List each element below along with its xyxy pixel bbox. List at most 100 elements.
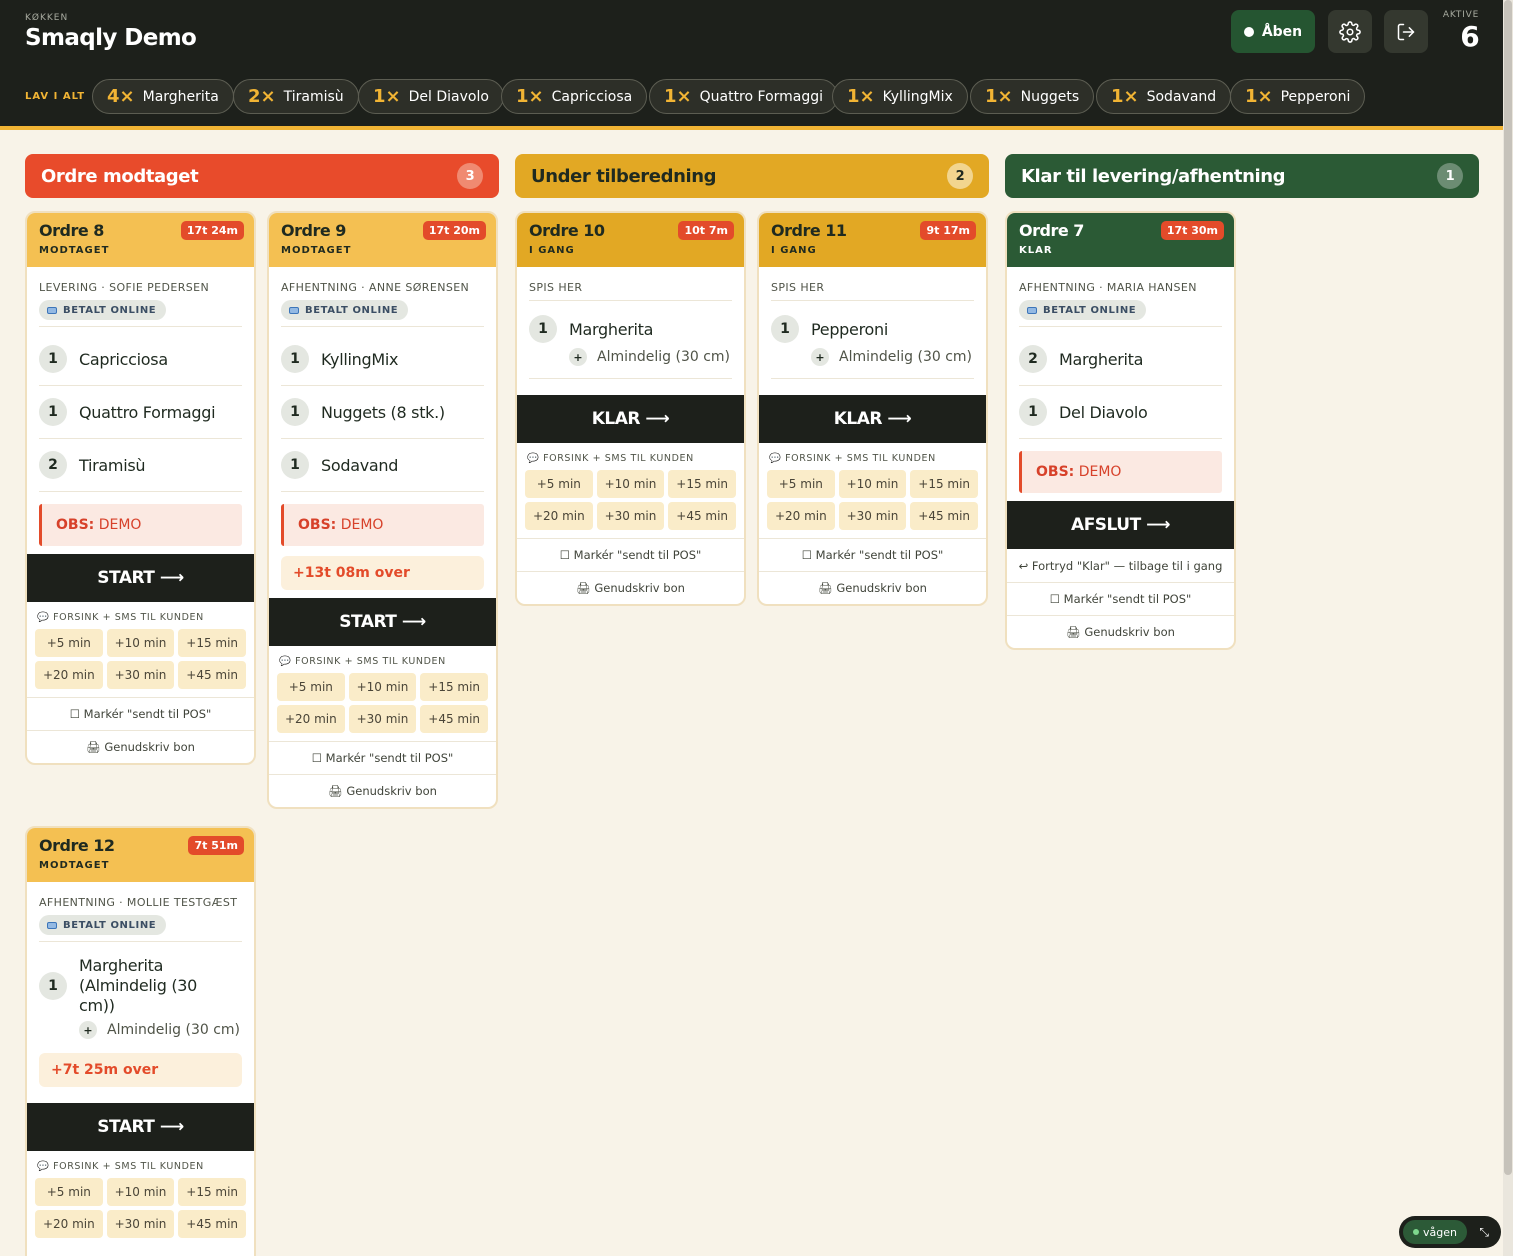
item-modifier: + Almindelig (30 cm) [569, 348, 732, 366]
order-status: I GANG [529, 245, 575, 256]
item-qty: 1 [39, 398, 67, 426]
column-count-badge: 1 [1437, 163, 1463, 189]
plus-icon: + [811, 348, 829, 366]
order-card: Ordre 10 I GANG 10t 7m SPIS HER 1 Margher… [515, 211, 746, 606]
order-item: 2 Margherita [1019, 333, 1222, 386]
order-status: MODTAGET [281, 245, 352, 256]
note-text: DEMO [340, 517, 384, 533]
delay-section: 💬 FORSINK + SMS TIL KUNDEN +5 min +10 mi… [27, 1151, 254, 1246]
delay-button[interactable]: +15 min [668, 470, 736, 498]
summary-chip[interactable]: 1× Capricciosa [501, 79, 648, 114]
delay-button[interactable]: +10 min [838, 470, 907, 498]
mark-sent-to-pos[interactable]: ☐ Markér "sendt til POS" [27, 697, 254, 730]
page-scrollbar[interactable] [1503, 0, 1513, 1256]
order-card: Ordre 12 MODTAGET 7t 51m AFHENTNING · MO… [25, 826, 256, 1256]
delay-button[interactable]: +5 min [525, 470, 593, 498]
summary-chip[interactable]: 1× KyllingMix [832, 79, 968, 114]
chip-name: Nuggets [1020, 88, 1080, 105]
summary-chip[interactable]: 1× Sodavand [1096, 79, 1232, 114]
delay-button[interactable]: +45 min [420, 705, 488, 733]
delay-label: 💬 FORSINK + SMS TIL KUNDEN [37, 1161, 204, 1172]
delay-button[interactable]: +30 min [106, 1210, 175, 1238]
item-qty: 1 [281, 451, 309, 479]
header-accent-line [0, 126, 1503, 130]
reprint-receipt[interactable]: 🖨 Genudskriv bon [759, 571, 986, 604]
delay-button[interactable]: +30 min [348, 705, 417, 733]
arrow-right-icon: ⟶ [887, 409, 912, 429]
status-dot-icon [1243, 26, 1254, 37]
chip-name: Quattro Formaggi [699, 88, 824, 105]
chip-qty: 2× [248, 86, 276, 107]
delay-button[interactable]: +45 min [178, 1210, 246, 1238]
delay-button[interactable]: +5 min [277, 673, 345, 701]
item-name: Margherita [1059, 349, 1144, 369]
delay-button[interactable]: +45 min [668, 502, 736, 530]
ready-button[interactable]: KLAR ⟶ [759, 395, 986, 443]
keep-awake-indicator[interactable]: vågen ⤡ [1399, 1216, 1501, 1248]
delay-button[interactable]: +5 min [767, 470, 835, 498]
order-timer: 17t 24m [180, 221, 244, 240]
order-item: 1 Nuggets (8 stk.) [281, 386, 484, 439]
start-button[interactable]: START ⟶ [27, 1103, 254, 1151]
start-button[interactable]: START ⟶ [269, 598, 496, 646]
order-status: MODTAGET [39, 245, 110, 256]
reprint-receipt[interactable]: 🖨 Genudskriv bon [517, 571, 744, 604]
order-card-header: Ordre 11 I GANG 9t 17m [759, 213, 986, 267]
summary-chip[interactable]: 1× Quattro Formaggi [649, 79, 839, 114]
chip-qty: 1× [373, 86, 401, 107]
delay-button[interactable]: +20 min [767, 502, 835, 530]
summary-chip[interactable]: 1× Nuggets [970, 79, 1095, 114]
delay-button[interactable]: +20 min [35, 661, 103, 689]
delay-button[interactable]: +15 min [420, 673, 488, 701]
summary-chip[interactable]: 4× Margherita [92, 79, 234, 114]
delay-button[interactable]: +20 min [277, 705, 345, 733]
delay-button[interactable]: +10 min [348, 673, 417, 701]
open-status-button[interactable]: Åben [1231, 10, 1315, 53]
arrow-right-icon: ⟶ [159, 1117, 184, 1137]
summary-chip[interactable]: 1× Del Diavolo [358, 79, 504, 114]
delay-button[interactable]: +10 min [106, 629, 175, 657]
summary-chip[interactable]: 2× Tiramisù [233, 79, 359, 114]
delay-button[interactable]: +15 min [910, 470, 978, 498]
mark-sent-to-pos[interactable]: ☐ Markér "sendt til POS" [269, 741, 496, 774]
start-button[interactable]: START ⟶ [27, 554, 254, 602]
reprint-receipt[interactable]: 🖨 Genudskriv bon [1007, 615, 1234, 648]
summary-chip[interactable]: 1× Pepperoni [1230, 79, 1366, 114]
order-timer: 10t 7m [678, 221, 734, 240]
delay-button[interactable]: +45 min [178, 661, 246, 689]
order-note: OBS: DEMO [1019, 451, 1222, 493]
delay-button[interactable]: +30 min [106, 661, 175, 689]
undo-ready-link[interactable]: ↩ Fortryd "Klar" — tilbage til i gang [1007, 549, 1234, 582]
order-card-header: Ordre 7 KLAR 17t 30m [1007, 213, 1234, 267]
reprint-receipt[interactable]: 🖨 Genudskriv bon [269, 774, 496, 807]
finish-button[interactable]: AFSLUT ⟶ [1007, 501, 1234, 549]
reprint-receipt[interactable]: 🖨 Genudskriv bon [27, 730, 254, 763]
settings-button[interactable] [1328, 10, 1372, 53]
delay-button[interactable]: +30 min [596, 502, 665, 530]
scrollbar-thumb[interactable] [1504, 0, 1512, 1175]
delay-button[interactable]: +5 min [35, 629, 103, 657]
delay-button[interactable]: +5 min [35, 1178, 103, 1206]
column-title: Under tilberedning [531, 165, 717, 187]
mark-sent-to-pos[interactable]: ☐ Markér "sendt til POS" [1007, 582, 1234, 615]
item-qty: 1 [39, 345, 67, 373]
delay-button[interactable]: +15 min [178, 629, 246, 657]
arrow-right-icon: ⟶ [401, 612, 426, 632]
logout-button[interactable] [1384, 10, 1428, 53]
item-modifier: + Almindelig (30 cm) [811, 348, 974, 366]
mark-sent-to-pos[interactable]: ☐ Markér "sendt til POS" [517, 538, 744, 571]
mark-sent-to-pos[interactable]: ☐ Markér "sendt til POS" [759, 538, 986, 571]
delay-button[interactable]: +20 min [525, 502, 593, 530]
delay-button[interactable]: +10 min [106, 1178, 175, 1206]
chip-qty: 1× [985, 86, 1013, 107]
delay-button[interactable]: +10 min [596, 470, 665, 498]
delay-button[interactable]: +15 min [178, 1178, 246, 1206]
expand-icon[interactable]: ⤡ [1479, 1225, 1489, 1240]
delay-button[interactable]: +20 min [35, 1210, 103, 1238]
delay-button[interactable]: +30 min [838, 502, 907, 530]
ready-button[interactable]: KLAR ⟶ [517, 395, 744, 443]
order-card-header: Ordre 10 I GANG 10t 7m [517, 213, 744, 267]
delay-button[interactable]: +45 min [910, 502, 978, 530]
delay-section: 💬 FORSINK + SMS TIL KUNDEN +5 min +10 mi… [269, 646, 496, 741]
delay-label: 💬 FORSINK + SMS TIL KUNDEN [279, 656, 446, 667]
